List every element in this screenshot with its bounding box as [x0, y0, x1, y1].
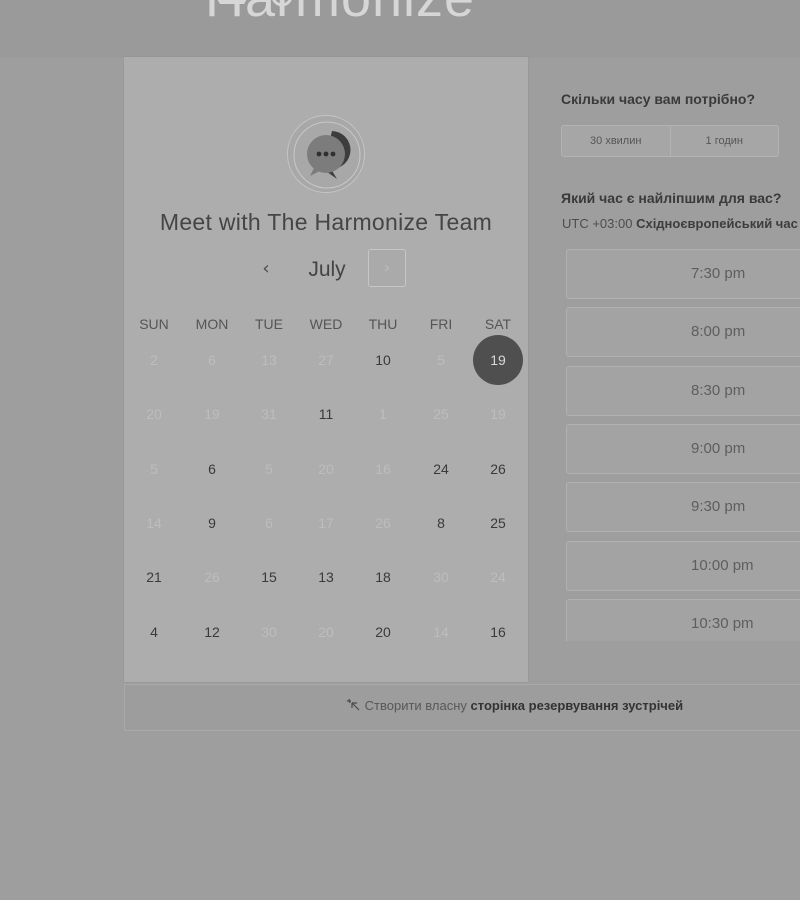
- time-slot-button[interactable]: 10:30 pm: [566, 598, 800, 641]
- brand-logo-text: Harmonize: [205, 0, 475, 25]
- calendar-day: 5: [437, 352, 445, 368]
- calendar-day: 13: [261, 352, 277, 368]
- calendar-day: 6: [265, 515, 273, 531]
- calendar-day: 5: [265, 461, 273, 477]
- calendar-day: 20: [318, 624, 334, 640]
- calendar-day[interactable]: 12: [187, 607, 237, 657]
- timezone-offset: UTC +03:00: [562, 216, 633, 231]
- calendar-day: 16: [375, 461, 391, 477]
- duration-option-1h[interactable]: 1 годин: [669, 126, 779, 156]
- time-slot-button[interactable]: 8:30 pm: [566, 365, 800, 416]
- calendar-day[interactable]: 6: [187, 444, 237, 494]
- time-slot-button[interactable]: 7:30 pm: [566, 249, 800, 299]
- calendar-day: 31: [261, 406, 277, 422]
- calendar-day[interactable]: 26: [473, 444, 523, 494]
- calendar-day[interactable]: 11: [301, 389, 351, 439]
- calendar-day: 30: [261, 624, 277, 640]
- duration-option-30min[interactable]: 30 хвилин: [562, 126, 670, 156]
- calendar-day: 14: [433, 624, 449, 640]
- calendar-day: 5: [150, 461, 158, 477]
- sparkle-cursor-icon: [347, 698, 360, 711]
- time-slot-button[interactable]: 9:30 pm: [566, 482, 800, 533]
- calendar-day: 17: [318, 515, 334, 531]
- calendar-day[interactable]: 9: [187, 498, 237, 548]
- calendar-day[interactable]: 4: [129, 607, 179, 657]
- calendar-day: 27: [318, 352, 334, 368]
- calendar-day[interactable]: 10: [358, 335, 408, 385]
- calendar-day[interactable]: 8: [416, 498, 466, 548]
- calendar-day: 20: [318, 461, 334, 477]
- calendar-day[interactable]: 13: [301, 552, 351, 602]
- calendar-day: 26: [375, 515, 391, 531]
- calendar-card: Meet with The Harmonize Team ‹ July › SU…: [124, 57, 528, 682]
- calendar-day[interactable]: 25: [473, 498, 523, 548]
- calendar-day: 2: [150, 352, 158, 368]
- time-slot-list[interactable]: 7:30 pm 8:00 pm 8:30 pm 9:00 pm 9:30 pm 10:00…: [566, 249, 800, 641]
- calendar-day: 1: [379, 406, 387, 422]
- calendar-grid: 2 6 13 27 10 5 19 20 19 31 11 1 25 19 5 6 5 20 16 24 26 14 9 6 1…: [124, 57, 528, 682]
- duration-selector: 30 хвилин 1 годин: [561, 125, 779, 157]
- calendar-day: 20: [146, 406, 162, 422]
- footer-lead-text: Створити власну: [364, 698, 467, 713]
- calendar-day: 6: [208, 352, 216, 368]
- calendar-day: 24: [490, 569, 506, 585]
- header-bar: Harmonize: [0, 0, 800, 58]
- calendar-day: 19: [204, 406, 220, 422]
- calendar-day[interactable]: 18: [358, 552, 408, 602]
- calendar-day-selected[interactable]: 19: [473, 335, 523, 385]
- time-question: Який час є найліпшим для вас?: [561, 190, 782, 206]
- time-slot-button[interactable]: 8:00 pm: [566, 307, 800, 358]
- calendar-day: 19: [490, 406, 506, 422]
- calendar-day: 30: [433, 569, 449, 585]
- timezone-label[interactable]: UTC +03:00 Східноєвропейський час: [562, 216, 798, 231]
- calendar-day[interactable]: 15: [244, 552, 294, 602]
- duration-question: Скільки часу вам потрібно?: [561, 91, 756, 107]
- calendar-day: 26: [204, 569, 220, 585]
- calendar-day[interactable]: 16: [473, 607, 523, 657]
- footer-bold-text: сторінка резервування зустрічей: [470, 698, 684, 713]
- calendar-day: 14: [146, 515, 162, 531]
- time-slot-button[interactable]: 9:00 pm: [566, 423, 800, 474]
- time-slot-button[interactable]: 10:00 pm: [566, 540, 800, 591]
- calendar-day[interactable]: 20: [358, 607, 408, 657]
- create-booking-page-link[interactable]: Створити власну сторінка резервування зу…: [347, 698, 683, 713]
- footer-bar: Створити власну сторінка резервування зу…: [124, 684, 800, 731]
- calendar-day[interactable]: 21: [129, 552, 179, 602]
- timezone-name: Східноєвропейський час: [636, 216, 798, 231]
- calendar-day[interactable]: 24: [416, 444, 466, 494]
- calendar-day: 25: [433, 406, 449, 422]
